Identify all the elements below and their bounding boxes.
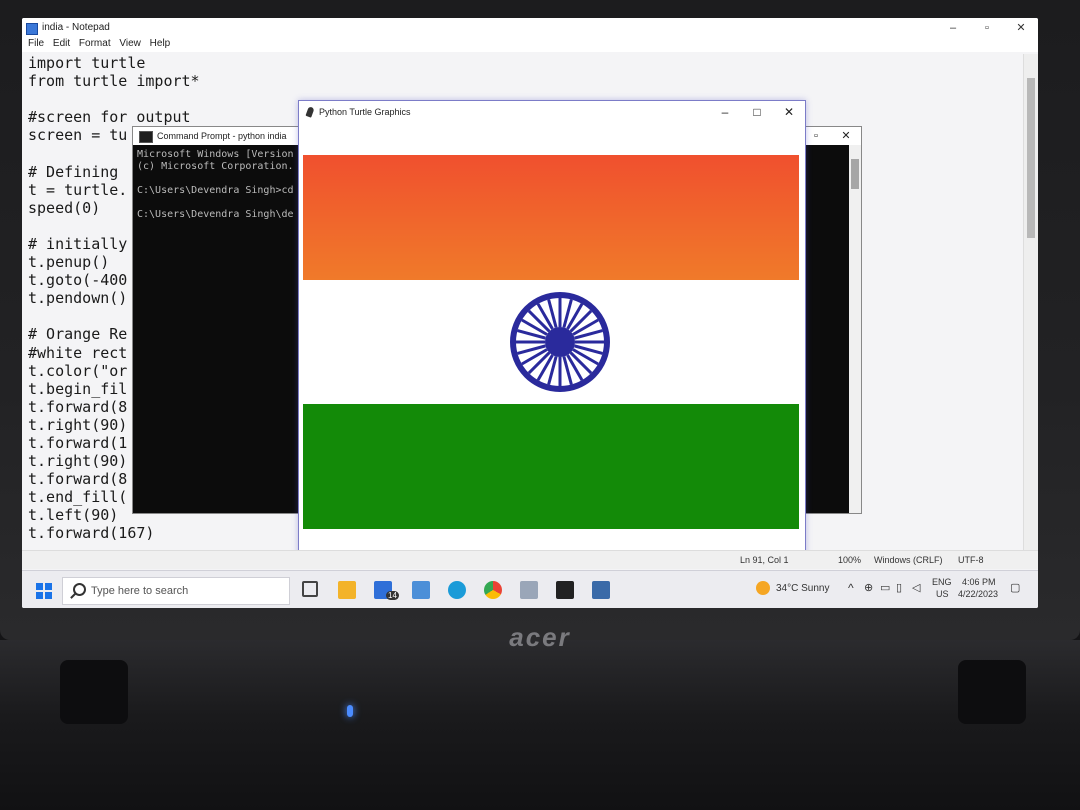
indian-flag [303, 155, 799, 529]
sun-icon [756, 581, 770, 595]
turtle-close-button[interactable]: ✕ [773, 101, 805, 123]
weather-text[interactable]: 34°C Sunny [776, 583, 829, 594]
cmd-scroll-thumb[interactable] [851, 159, 859, 189]
python-taskbar-icon[interactable] [592, 581, 610, 599]
code-line: from turtle import* [28, 72, 200, 91]
menu-bar: File Edit Format View Help [22, 38, 1038, 52]
cmd-line [137, 173, 294, 185]
clock-date[interactable]: 4/22/2023 [958, 589, 998, 599]
network-icon[interactable]: ⊕ [864, 581, 873, 594]
region: US [936, 589, 949, 599]
laptop-base [0, 640, 1080, 810]
feather-icon [305, 106, 315, 118]
cmd-line: Microsoft Windows [Version [137, 149, 294, 160]
notepad-taskbar-icon[interactable] [520, 581, 538, 599]
hinge-left [60, 660, 128, 724]
mail-badge: 14 [386, 591, 399, 600]
search-placeholder: Type here to search [91, 585, 189, 597]
white-stripe [303, 279, 799, 405]
chevron-up-icon[interactable]: ^ [848, 581, 854, 595]
encoding: UTF-8 [958, 555, 984, 565]
green-stripe [303, 404, 799, 529]
edge-icon[interactable] [448, 581, 466, 599]
cmd-line [137, 197, 294, 209]
menu-format[interactable]: Format [79, 38, 111, 49]
taskbar-search[interactable]: Type here to search [62, 577, 290, 605]
photos-icon[interactable] [412, 581, 430, 599]
close-button[interactable]: ✕ [1004, 18, 1038, 38]
notepad-icon [26, 23, 38, 35]
turtle-maximize-button[interactable]: □ [741, 101, 773, 123]
line-ending: Windows (CRLF) [874, 555, 943, 565]
turtle-titlebar: Python Turtle Graphics – □ ✕ [299, 101, 805, 131]
windows-start-icon[interactable] [36, 583, 52, 599]
search-icon [73, 583, 86, 596]
scroll-thumb[interactable] [1027, 78, 1035, 238]
brand-logo: acer [509, 622, 571, 652]
zoom-level: 100% [838, 555, 862, 565]
cursor-position: Ln 91, Col 1 [740, 555, 789, 565]
cmd-line: C:\Users\Devendra Singh\de [137, 209, 294, 220]
task-view-icon[interactable] [302, 581, 318, 597]
language[interactable]: ENG [932, 577, 952, 587]
volume-icon[interactable]: ◁ [912, 581, 920, 594]
menu-file[interactable]: File [28, 38, 44, 49]
cmd-line: C:\Users\Devendra Singh>cd [137, 185, 294, 196]
menu-edit[interactable]: Edit [53, 38, 70, 49]
notepad-scrollbar[interactable] [1023, 54, 1038, 562]
minimize-button[interactable]: – [936, 18, 970, 38]
taskbar: Type here to search 14 34°C Sunny ^ ⊕ ▭ … [22, 570, 1038, 608]
cmd-line: (c) Microsoft Corporation. [137, 161, 294, 172]
cmd-taskbar-icon[interactable] [556, 581, 574, 599]
cmd-close-button[interactable]: ✕ [831, 127, 861, 145]
hinge-right [958, 660, 1026, 724]
notification-icon[interactable]: ▢ [1010, 581, 1020, 594]
maximize-button[interactable]: ▫ [970, 18, 1004, 38]
notepad-titlebar: india - Notepad – ▫ ✕ [22, 18, 1038, 38]
cmd-title: Command Prompt - python india [157, 131, 287, 141]
cmd-icon [139, 131, 153, 143]
cmd-scrollbar[interactable] [849, 145, 861, 513]
turtle-window: Python Turtle Graphics – □ ✕ [298, 100, 806, 558]
menu-view[interactable]: View [119, 38, 141, 49]
saffron-stripe [303, 155, 799, 280]
code-line: import turtle [28, 54, 146, 72]
turtle-title: Python Turtle Graphics [319, 107, 411, 117]
battery-icon[interactable]: ▯ [896, 581, 902, 594]
notepad-title: india - Notepad [42, 22, 110, 33]
ashoka-chakra-icon [510, 291, 610, 392]
clock-time[interactable]: 4:06 PM [962, 577, 996, 587]
file-explorer-icon[interactable] [338, 581, 356, 599]
notepad-statusbar: Ln 91, Col 1 100% Windows (CRLF) UTF-8 [22, 550, 1038, 569]
power-led [347, 705, 353, 717]
menu-help[interactable]: Help [150, 38, 171, 49]
turtle-minimize-button[interactable]: – [709, 101, 741, 123]
screen: india - Notepad – ▫ ✕ File Edit Format Vie… [22, 18, 1038, 608]
display-icon[interactable]: ▭ [880, 581, 890, 594]
cmd-output[interactable]: Microsoft Windows [Version (c) Microsoft … [137, 149, 294, 221]
chrome-icon[interactable] [484, 581, 502, 599]
